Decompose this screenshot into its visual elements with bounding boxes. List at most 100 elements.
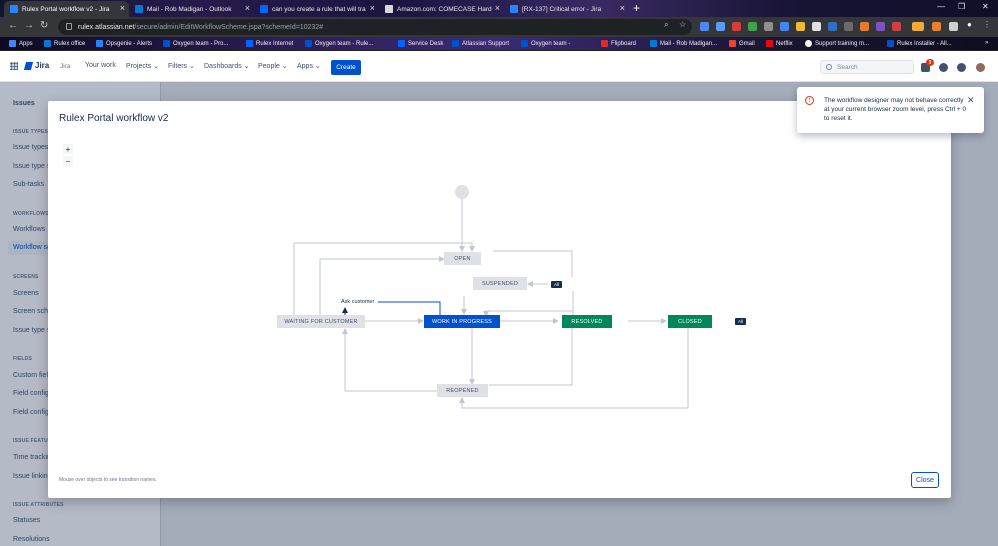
- browser-tabstrip: Rulex Portal workflow v2 - Jira × Mail -…: [0, 0, 998, 17]
- extension-icon[interactable]: [812, 22, 821, 31]
- nav-filters[interactable]: Filters ⌄: [168, 62, 195, 70]
- tab-title: Rulex Portal workflow v2 - Jira: [22, 5, 110, 13]
- bookmark[interactable]: Rulex Internet: [246, 40, 293, 47]
- zoom-warning-flag: ! The workflow designer may not behave c…: [797, 87, 984, 133]
- bookmark[interactable]: Oxygen team - Pro...: [163, 40, 228, 47]
- bookmark[interactable]: Rulex office: [44, 40, 85, 47]
- extension-icon[interactable]: [860, 22, 869, 31]
- jira-icon: [246, 40, 253, 47]
- tab-title: [RX-137] Critical error - Jira: [522, 5, 602, 13]
- restore-icon[interactable]: ❐: [958, 2, 965, 11]
- extension-icon[interactable]: [892, 22, 901, 31]
- extension-icon[interactable]: [748, 22, 757, 31]
- start-node: [455, 185, 469, 199]
- extension-icon[interactable]: [828, 22, 837, 31]
- nav-your-work[interactable]: Your work: [85, 62, 116, 69]
- create-button[interactable]: Create: [331, 60, 361, 75]
- github-icon: [805, 40, 812, 47]
- extension-icon[interactable]: [796, 22, 805, 31]
- window-close-icon[interactable]: ✕: [982, 2, 989, 11]
- nav-people[interactable]: People ⌄: [258, 62, 288, 70]
- browser-tab[interactable]: Mail - Rob Madigan - Outlook ×: [129, 1, 254, 17]
- jira-logo[interactable]: Jira: [23, 61, 49, 70]
- bookmark[interactable]: Support training m...: [805, 40, 869, 47]
- url-host: rulex.atlassian.net: [78, 23, 135, 31]
- close-icon[interactable]: ✕: [967, 95, 975, 106]
- status-waiting-for-customer[interactable]: WAITING FOR CUSTOMER: [277, 315, 365, 328]
- new-tab-icon[interactable]: +: [633, 1, 640, 15]
- extension-icon[interactable]: [732, 22, 741, 31]
- address-bar[interactable]: rulex.atlassian.net/secure/admin/EditWor…: [58, 19, 692, 35]
- menu-icon[interactable]: ⋮: [983, 20, 991, 29]
- nav-projects[interactable]: Projects ⌄: [126, 62, 159, 70]
- status-open[interactable]: OPEN: [444, 252, 481, 265]
- bookmark[interactable]: Gmail: [729, 40, 755, 47]
- tab-close-icon[interactable]: ×: [620, 3, 625, 13]
- tab-close-icon[interactable]: ×: [120, 3, 125, 13]
- browser-tab[interactable]: [RX-137] Critical error - Jira ×: [504, 1, 629, 17]
- browser-tab[interactable]: Amazon.com: COMECASE Hard ×: [379, 1, 504, 17]
- extension-icon[interactable]: [876, 22, 885, 31]
- jira-logo-icon: [23, 61, 34, 70]
- flipboard-icon: [601, 40, 608, 47]
- bookmark[interactable]: Mail - Rob Madigan...: [650, 40, 717, 47]
- avatar[interactable]: [976, 63, 985, 72]
- bookmark[interactable]: Opsgenie - Alerts: [96, 40, 152, 47]
- status-work-in-progress[interactable]: WORK IN PROGRESS: [424, 315, 500, 328]
- bookmark[interactable]: Service Desk: [398, 40, 443, 47]
- status-closed[interactable]: CLOSED: [668, 315, 712, 328]
- transition-label-ask-customer[interactable]: Ask customer: [341, 299, 375, 305]
- close-button[interactable]: Close: [911, 472, 939, 488]
- search-icon[interactable]: ⌕: [664, 20, 668, 30]
- browser-tab[interactable]: can you create a rule that will tra ×: [254, 1, 379, 17]
- jira-icon: [163, 40, 170, 47]
- nav-apps[interactable]: Apps ⌄: [297, 62, 321, 70]
- minimize-icon[interactable]: —: [937, 2, 945, 11]
- star-icon[interactable]: ☆: [679, 20, 686, 29]
- more-bookmarks-icon[interactable]: »: [985, 40, 988, 46]
- bookmark[interactable]: Oxygen team -: [521, 40, 570, 47]
- netflix-icon: [766, 40, 773, 47]
- all-transition-badge: All: [551, 281, 562, 288]
- atlassian-favicon-icon: [260, 5, 268, 13]
- tab-close-icon[interactable]: ×: [370, 3, 375, 13]
- status-suspended[interactable]: SUSPENDED: [473, 277, 527, 290]
- browser-tab[interactable]: Rulex Portal workflow v2 - Jira ×: [4, 1, 129, 17]
- extension-icon[interactable]: [932, 22, 941, 31]
- opsgenie-icon: [96, 40, 103, 47]
- extension-icon[interactable]: [844, 22, 853, 31]
- gmail-icon: [729, 40, 736, 47]
- notification-badge: 9: [926, 59, 934, 66]
- bookmark[interactable]: Netflix: [766, 40, 793, 47]
- profile-avatar-icon[interactable]: ●: [967, 20, 972, 29]
- tab-close-icon[interactable]: ×: [495, 3, 500, 13]
- chevron-down-icon: ⌄: [243, 63, 250, 70]
- status-reopened[interactable]: REOPENED: [437, 384, 488, 397]
- apps-grid-icon: [9, 40, 16, 47]
- bookmark[interactable]: Oxygen team - Rule...: [305, 40, 373, 47]
- extension-icon[interactable]: [700, 22, 709, 31]
- nav-dashboards[interactable]: Dashboards ⌄: [204, 62, 250, 70]
- bookmark[interactable]: Atlassian Support: [452, 40, 509, 47]
- bookmark[interactable]: Flipboard: [601, 40, 636, 47]
- puzzle-icon[interactable]: [949, 22, 958, 31]
- extension-icon[interactable]: [912, 22, 924, 31]
- bookmark[interactable]: Rulex Installer - All...: [887, 40, 952, 47]
- jira-header: Jira Jira Your work Projects ⌄ Filters ⌄…: [0, 51, 998, 82]
- status-resolved[interactable]: RESOLVED: [562, 315, 612, 328]
- jira-icon: [521, 40, 528, 47]
- settings-gear-icon[interactable]: [957, 63, 966, 72]
- extension-icon[interactable]: [780, 22, 789, 31]
- back-icon[interactable]: ←: [8, 20, 18, 31]
- bookmark[interactable]: Apps: [9, 40, 33, 47]
- extension-icon[interactable]: [764, 22, 773, 31]
- extension-icon[interactable]: [716, 22, 725, 31]
- reload-icon[interactable]: ↻: [40, 20, 48, 31]
- chevron-down-icon: ⌄: [281, 63, 288, 70]
- search-input[interactable]: Search: [820, 60, 914, 74]
- tab-close-icon[interactable]: ×: [245, 3, 250, 13]
- forward-icon[interactable]: →: [24, 20, 34, 31]
- app-switcher-icon[interactable]: [10, 62, 18, 70]
- service-desk-icon: [398, 40, 405, 47]
- help-icon[interactable]: [939, 63, 948, 72]
